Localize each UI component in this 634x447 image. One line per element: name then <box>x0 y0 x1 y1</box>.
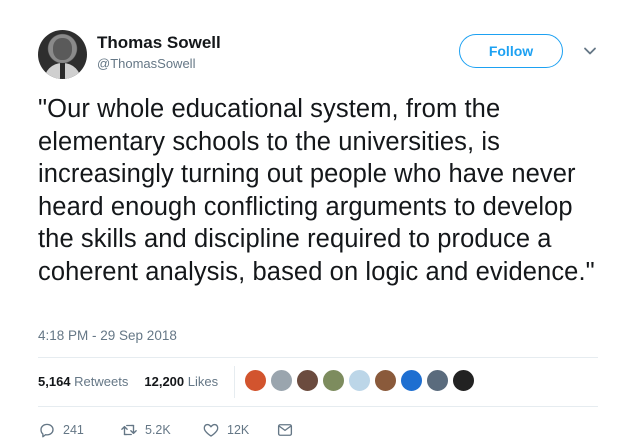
tweet-card: Thomas Sowell @ThomasSowell Follow "Our … <box>0 0 634 447</box>
heart-icon <box>203 423 219 437</box>
reply-icon <box>40 423 54 438</box>
like-count: 12K <box>227 423 250 437</box>
reply-button[interactable]: 241 <box>38 421 120 439</box>
avatar-tie <box>60 63 65 79</box>
retweets-stat[interactable]: 5,164 Retweets <box>38 374 128 389</box>
liker-avatar[interactable] <box>244 369 267 392</box>
chevron-down-icon[interactable] <box>582 43 598 59</box>
liker-avatar[interactable] <box>400 369 423 392</box>
likers-avatars <box>244 369 475 392</box>
retweets-label: Retweets <box>74 374 129 389</box>
liker-avatar[interactable] <box>374 369 397 392</box>
tweet-text: "Our whole educational system, from the … <box>38 95 595 286</box>
author-handle[interactable]: @ThomasSowell <box>97 56 195 71</box>
liker-avatar[interactable] <box>348 369 371 392</box>
tweet-timestamp[interactable]: 4:18 PM - 29 Sep 2018 <box>38 328 177 343</box>
avatar[interactable] <box>38 30 87 79</box>
tweet-actions: 241 5.2K 12K <box>38 421 294 439</box>
tweet-stats: 5,164 Retweets 12,200 Likes <box>38 374 218 389</box>
message-icon <box>277 424 293 436</box>
liker-avatar[interactable] <box>426 369 449 392</box>
retweets-count: 5,164 <box>38 374 71 389</box>
liker-avatar[interactable] <box>452 369 475 392</box>
like-button[interactable]: 12K <box>202 421 276 439</box>
stats-separator <box>234 366 235 398</box>
follow-button[interactable]: Follow <box>459 34 563 68</box>
liker-avatar[interactable] <box>322 369 345 392</box>
divider <box>38 406 598 407</box>
divider <box>38 357 598 358</box>
avatar-face <box>53 38 72 60</box>
likes-label: Likes <box>187 374 219 389</box>
liker-avatar[interactable] <box>270 369 293 392</box>
author-name[interactable]: Thomas Sowell <box>97 33 221 53</box>
retweet-count: 5.2K <box>145 423 171 437</box>
liker-avatar[interactable] <box>296 369 319 392</box>
reply-count: 241 <box>63 423 84 437</box>
retweet-button[interactable]: 5.2K <box>120 421 202 439</box>
retweet-icon <box>121 424 137 436</box>
direct-message-button[interactable] <box>276 421 294 439</box>
likes-stat[interactable]: 12,200 Likes <box>144 374 218 389</box>
likes-count: 12,200 <box>144 374 185 389</box>
